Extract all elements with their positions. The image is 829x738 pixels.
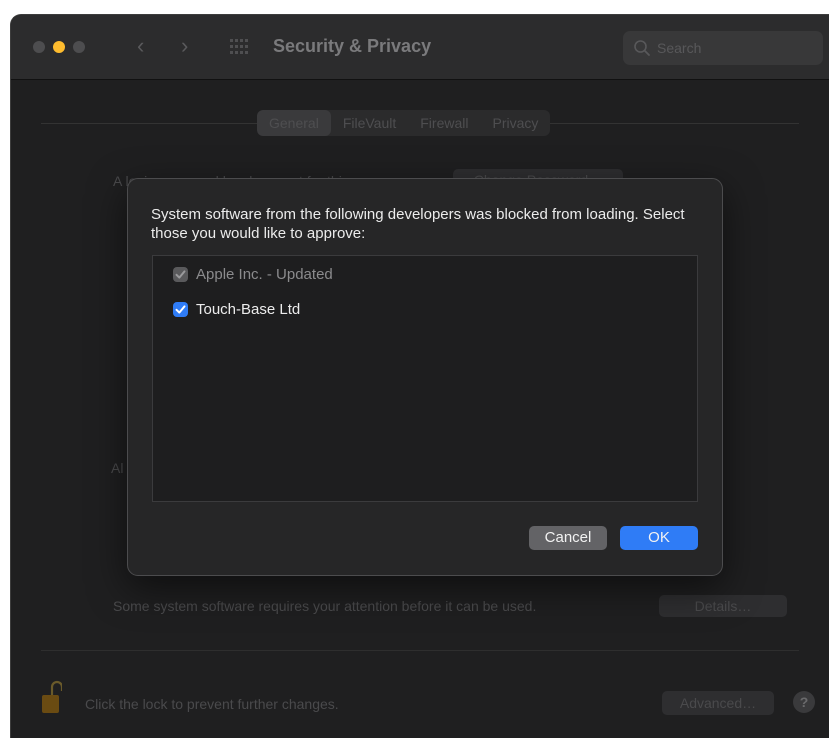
advanced-button[interactable]: Advanced… — [662, 691, 774, 715]
apple-inc-checkbox — [173, 266, 188, 282]
tab-bar: General FileVault Firewall Privacy — [257, 110, 551, 136]
list-item: Apple Inc. - Updated — [173, 263, 333, 285]
tab-general[interactable]: General — [257, 110, 331, 136]
details-button[interactable]: Details… — [659, 595, 787, 617]
tab-privacy[interactable]: Privacy — [480, 110, 550, 136]
search-icon — [634, 40, 650, 56]
checkmark-icon — [175, 304, 186, 314]
approve-developers-dialog: System software from the following devel… — [127, 178, 723, 576]
back-chevron-icon[interactable]: ‹ — [137, 35, 144, 57]
apple-inc-label: Apple Inc. - Updated — [196, 265, 333, 283]
developer-list: Apple Inc. - Updated Touch-Base Ltd — [152, 255, 698, 502]
touch-base-checkbox[interactable] — [173, 301, 188, 317]
lock-message: Click the lock to prevent further change… — [85, 696, 339, 712]
allow-apps-partial-label: Al — [111, 460, 124, 476]
lock-open-icon[interactable] — [42, 679, 62, 717]
close-window-button[interactable] — [33, 41, 45, 53]
attention-message: Some system software requires your atten… — [113, 598, 537, 614]
title-bar: ‹ › Security & Privacy Search — [11, 15, 829, 80]
show-all-grid-icon[interactable] — [230, 39, 250, 55]
dialog-message: System software from the following devel… — [151, 206, 685, 242]
list-item[interactable]: Touch-Base Ltd — [173, 298, 300, 320]
minimize-window-button[interactable] — [53, 41, 65, 53]
cancel-button[interactable]: Cancel — [529, 526, 607, 550]
help-button[interactable]: ? — [793, 691, 815, 713]
zoom-window-button[interactable] — [73, 41, 85, 53]
tab-filevault[interactable]: FileVault — [331, 110, 408, 136]
tab-firewall[interactable]: Firewall — [408, 110, 480, 136]
forward-chevron-icon[interactable]: › — [181, 35, 188, 57]
search-placeholder: Search — [657, 40, 702, 56]
bottom-divider — [41, 650, 799, 651]
window-title: Security & Privacy — [273, 36, 432, 56]
ok-button[interactable]: OK — [620, 526, 698, 550]
search-field[interactable]: Search — [623, 31, 823, 65]
checkmark-icon — [175, 269, 186, 279]
touch-base-label[interactable]: Touch-Base Ltd — [196, 301, 300, 318]
